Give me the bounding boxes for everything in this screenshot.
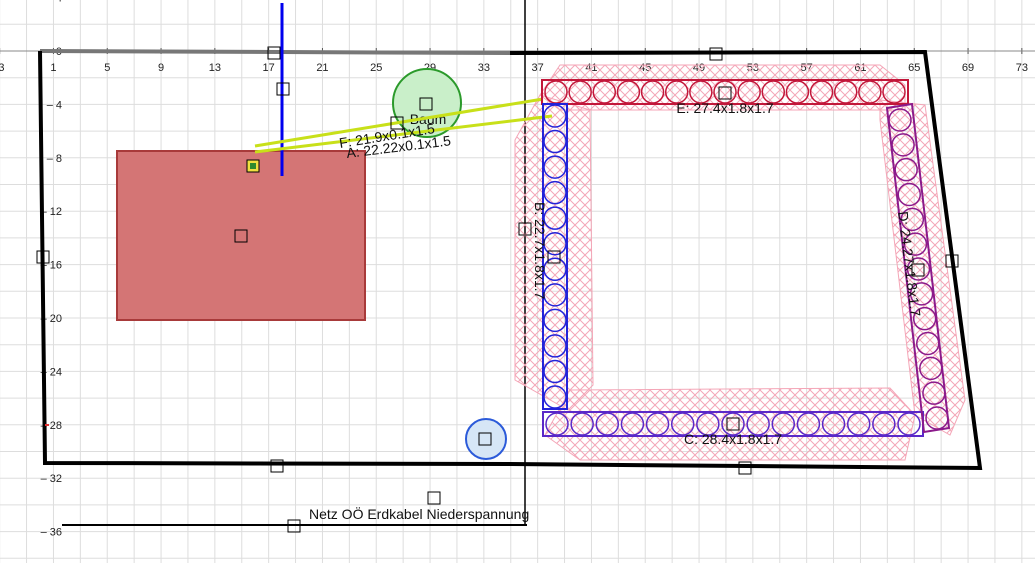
- x-tick-label: 13: [209, 62, 221, 74]
- hatch-zones: [514, 64, 966, 461]
- x-tick-label: 25: [370, 62, 382, 74]
- selected-point-core: [250, 163, 256, 169]
- x-tick-label: 1: [50, 62, 56, 74]
- x-tick-label: 73: [1016, 62, 1028, 74]
- x-tick-label: 65: [908, 62, 920, 74]
- x-tick-label: 33: [478, 62, 490, 74]
- x-tick-label: 5: [104, 62, 110, 74]
- house-rect[interactable]: [116, 150, 366, 321]
- x-tick-label: 21: [316, 62, 328, 74]
- y-tick-label: – 4: [47, 99, 62, 111]
- wall-b-label: B: 22.7x1.8x1.7: [532, 202, 548, 300]
- y-tick-label: -4: [52, 0, 62, 5]
- x-tick-label: 9: [158, 62, 164, 74]
- boundary-top-left: [39, 49, 511, 55]
- cable-label: Netz OÖ Erdkabel Niederspannung: [309, 505, 529, 522]
- y-tick-label: – 8: [47, 153, 62, 165]
- hatch-zone-c: [544, 387, 916, 461]
- x-tick-label: 17: [263, 62, 275, 74]
- wall-c-label: C: 28.4x1.8x1.7: [684, 431, 782, 447]
- small-circle[interactable]: [465, 418, 507, 460]
- x-tick-label: 69: [962, 62, 974, 74]
- y-tick-label: – 32: [41, 473, 62, 485]
- x-tick-label: -3: [0, 62, 5, 74]
- y-tick-label: – 36: [41, 527, 62, 539]
- x-tick-label: 37: [532, 62, 544, 74]
- hatch-zone-b: [514, 94, 594, 411]
- wall-e-label: E: 27.4x1.8x1.7: [676, 100, 774, 116]
- site-plan-canvas[interactable]: -315913172125293337414549535761656973-40…: [0, 0, 1035, 563]
